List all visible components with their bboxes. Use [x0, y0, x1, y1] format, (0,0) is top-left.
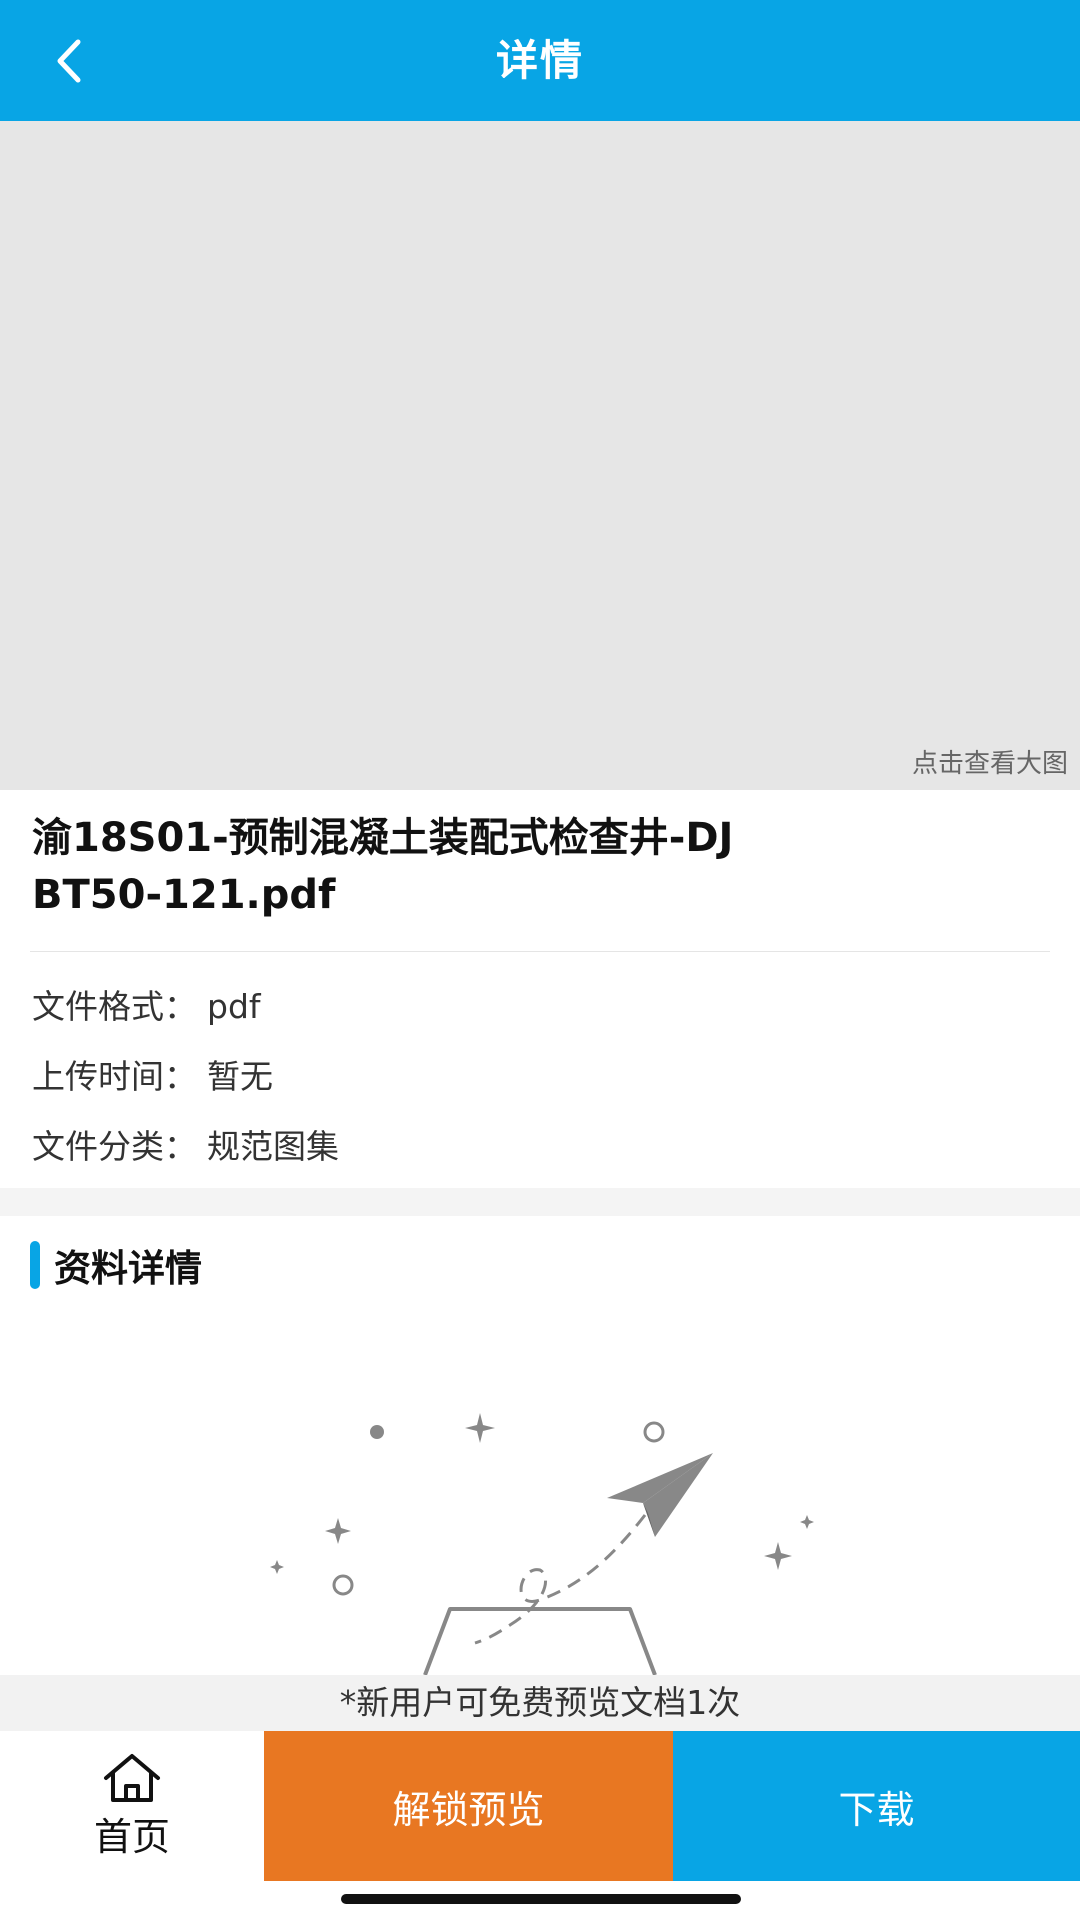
meta-file-format: 文件格式： pdf — [32, 980, 261, 1028]
section-separator — [0, 1188, 1080, 1216]
home-button[interactable]: 首页 — [0, 1731, 264, 1881]
free-preview-notice: *新用户可免费预览文档1次 — [0, 1675, 1080, 1731]
document-info-card: 渝18S01-预制混凝土装配式检查井-DJBT50-121.pdf 文件格式： p… — [0, 790, 1080, 1188]
top-nav-bar: 详情 — [0, 0, 1080, 121]
bottom-action-bar: 首页 解锁预览 下载 — [0, 1731, 1080, 1881]
document-preview-image[interactable]: 点击查看大图 — [0, 121, 1080, 790]
section-accent-bar — [30, 1241, 40, 1289]
divider — [30, 951, 1050, 952]
meta-file-category: 文件分类： 规范图集 — [32, 1120, 339, 1168]
view-large-image-hint[interactable]: 点击查看大图 — [912, 743, 1068, 780]
unlock-preview-button[interactable]: 解锁预览 — [264, 1731, 673, 1881]
meta-upload-time: 上传时间： 暂无 — [32, 1050, 273, 1098]
meta-value: 规范图集 — [207, 1127, 339, 1166]
download-button[interactable]: 下载 — [673, 1731, 1080, 1881]
home-label: 首页 — [93, 1814, 170, 1859]
meta-label: 上传时间： — [32, 1057, 197, 1096]
paper-plane-empty-state-icon — [270, 1413, 814, 1675]
document-title: 渝18S01-预制混凝土装配式检查井-DJBT50-121.pdf — [32, 815, 734, 918]
section-header: 资料详情 — [30, 1240, 202, 1290]
meta-label: 文件分类： — [32, 1127, 197, 1166]
page-title: 详情 — [495, 36, 584, 85]
home-indicator — [341, 1894, 741, 1904]
meta-value: 暂无 — [207, 1057, 273, 1096]
home-icon — [104, 1753, 160, 1802]
section-title: 资料详情 — [54, 1247, 202, 1290]
meta-label: 文件格式： — [32, 987, 197, 1026]
meta-value: pdf — [207, 987, 261, 1026]
